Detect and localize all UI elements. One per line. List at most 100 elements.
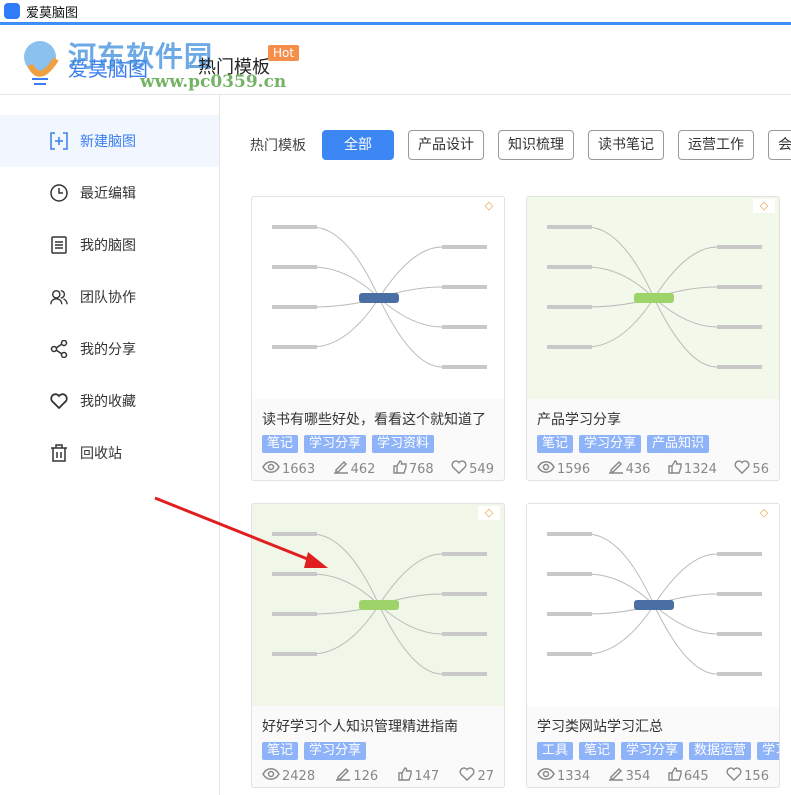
stat-likes: 768	[393, 460, 434, 478]
tag[interactable]: 学习分享	[304, 742, 367, 760]
title-bar: 爱莫脑图	[0, 0, 791, 22]
template-card[interactable]: ◇ 学习类网站学习汇总 工具笔记学习分享数据运营学习 1334 354 645 156	[526, 503, 780, 788]
thumbs-up-icon	[668, 460, 682, 478]
pencil-icon	[608, 767, 624, 785]
stat-favs-value: 56	[752, 461, 769, 477]
sidebar-item-new-map[interactable]: 新建脑图	[0, 115, 219, 167]
sidebar-item-recent[interactable]: 最近编辑	[0, 167, 219, 219]
filter-product-design[interactable]: 产品设计	[408, 130, 484, 160]
header: 爱莫脑图 河东软件园 www.pc0359.cn 热门模板 Hot	[0, 25, 791, 95]
mindmap-thumbnail[interactable]: ◇	[527, 504, 779, 706]
premium-gem-icon: ◇	[753, 199, 775, 213]
heart-icon	[726, 767, 742, 785]
premium-gem-icon: ◇	[753, 506, 775, 520]
stat-likes: 645	[668, 767, 709, 785]
stat-views-value: 2428	[282, 768, 316, 784]
tag[interactable]: 工具	[537, 742, 574, 760]
stat-edits-value: 436	[625, 461, 651, 477]
logo-icon	[24, 41, 59, 85]
hot-badge: Hot	[268, 45, 300, 61]
mindmap-thumbnail[interactable]: ◇	[252, 504, 504, 706]
clock-icon	[50, 184, 68, 202]
stat-views: 1596	[537, 460, 590, 478]
tag[interactable]: 学习分享	[621, 742, 684, 760]
tag[interactable]: 笔记	[262, 742, 299, 760]
filter-reading-notes[interactable]: 读书笔记	[588, 130, 664, 160]
stat-views-value: 1596	[557, 461, 591, 477]
stat-favs: 56	[734, 460, 769, 478]
thumbs-up-icon	[398, 767, 413, 785]
eye-icon	[262, 461, 280, 477]
stat-favs-value: 27	[477, 768, 494, 784]
tag-list: 笔记 学习分享 学习资料	[252, 429, 504, 453]
stat-edits: 436	[608, 460, 651, 478]
stat-edits-value: 126	[353, 768, 379, 784]
stat-favs-value: 156	[744, 768, 769, 784]
filter-all[interactable]: 全部	[322, 130, 394, 160]
tag[interactable]: 学习分享	[304, 435, 367, 453]
stat-views-value: 1334	[557, 768, 591, 784]
sidebar-item-share[interactable]: 我的分享	[0, 323, 219, 375]
premium-gem-icon: ◇	[478, 199, 500, 213]
stat-edits-value: 354	[625, 768, 651, 784]
team-icon	[50, 288, 68, 306]
heart-icon	[451, 460, 467, 478]
sidebar-item-label: 团队协作	[80, 290, 136, 306]
mindmap-thumbnail[interactable]: ◇	[527, 197, 779, 399]
tag[interactable]: 学习分享	[579, 435, 642, 453]
document-icon	[50, 236, 68, 254]
filter-meeting[interactable]: 会议	[768, 130, 791, 160]
card-title: 好好学习个人知识管理精进指南	[262, 719, 458, 735]
tag[interactable]: 学习资料	[372, 435, 435, 453]
tag[interactable]: 笔记	[537, 435, 574, 453]
trash-icon	[50, 444, 68, 462]
stat-edits: 354	[608, 767, 651, 785]
stat-favs: 549	[451, 460, 494, 478]
tag-list: 笔记 学习分享 产品知识	[527, 429, 779, 453]
filter-operations[interactable]: 运营工作	[678, 130, 754, 160]
tag[interactable]: 产品知识	[647, 435, 710, 453]
page-title: 热门模板	[198, 57, 270, 78]
stat-views: 2428	[262, 767, 315, 785]
filter-knowledge[interactable]: 知识梳理	[498, 130, 574, 160]
mindmap-thumbnail[interactable]: ◇	[252, 197, 504, 399]
template-card[interactable]: ◇ 好好学习个人知识管理精进指南 笔记 学习分享 2428 126 147 27	[251, 503, 505, 788]
sidebar-item-label: 我的脑图	[80, 238, 136, 254]
stat-likes-value: 768	[408, 461, 434, 477]
stat-edits-value: 462	[350, 461, 376, 477]
stat-favs-value: 549	[469, 461, 494, 477]
sidebar-item-label: 我的收藏	[80, 394, 136, 410]
app-icon	[4, 3, 20, 19]
heart-icon	[50, 392, 68, 410]
sidebar-item-my-maps[interactable]: 我的脑图	[0, 219, 219, 271]
template-card[interactable]: ◇ 读书有哪些好处，看看这个就知道了 笔记 学习分享 学习资料 1663 462 768…	[251, 196, 505, 481]
tag-list: 笔记 学习分享	[252, 736, 504, 760]
card-stats: 1334 354 645 156	[527, 760, 779, 785]
stat-likes-value: 645	[683, 768, 709, 784]
tag[interactable]: 数据运营	[689, 742, 752, 760]
sidebar-item-label: 最近编辑	[80, 186, 136, 202]
thumbs-up-icon	[668, 767, 682, 785]
thumbs-up-icon	[393, 460, 407, 478]
pencil-icon	[608, 460, 624, 478]
sidebar-item-trash[interactable]: 回收站	[0, 427, 219, 479]
pencil-icon	[333, 460, 349, 478]
card-stats: 2428 126 147 27	[252, 760, 504, 785]
sidebar: 新建脑图 最近编辑 我的脑图 团队协作 我的分享 我的收藏 回收站	[0, 95, 220, 795]
stat-favs: 156	[726, 767, 769, 785]
heart-icon	[459, 767, 475, 785]
tag[interactable]: 笔记	[262, 435, 299, 453]
sidebar-item-favorites[interactable]: 我的收藏	[0, 375, 219, 427]
pencil-icon	[335, 767, 351, 785]
share-icon	[50, 340, 68, 358]
tag-list: 工具笔记学习分享数据运营学习	[527, 736, 779, 760]
template-card[interactable]: ◇ 产品学习分享 笔记 学习分享 产品知识 1596 436 1324 56	[526, 196, 780, 481]
tag[interactable]: 笔记	[579, 742, 616, 760]
sidebar-item-team[interactable]: 团队协作	[0, 271, 219, 323]
stat-views: 1334	[537, 767, 590, 785]
window-title: 爱莫脑图	[26, 5, 79, 21]
sidebar-item-label: 新建脑图	[80, 134, 136, 150]
card-stats: 1596 436 1324 56	[527, 453, 779, 478]
tag[interactable]: 学习	[757, 742, 779, 760]
eye-icon	[537, 461, 555, 477]
